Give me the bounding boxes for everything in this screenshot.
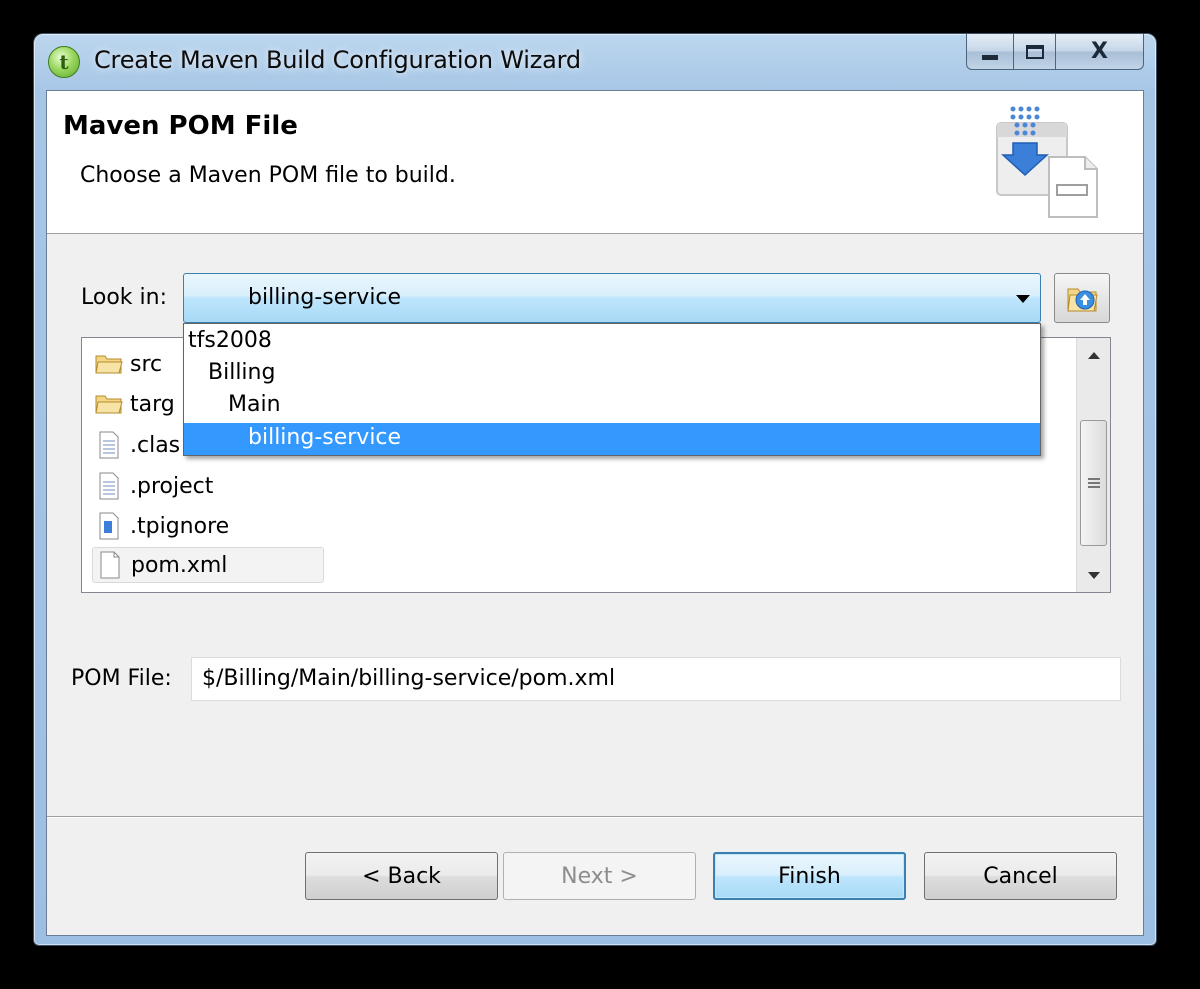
wizard-client-area: Maven POM File Choose a Maven POM file t… [46,90,1144,936]
file-item-src[interactable]: src [94,346,162,382]
file-item-classpath[interactable]: .clas [94,427,180,463]
file-name: pom.xml [131,552,228,578]
cancel-button[interactable]: Cancel [924,852,1117,900]
wizard-window: t Create Maven Build Configuration Wizar… [33,33,1157,946]
caption-buttons: X [966,34,1144,71]
file-name: targ [130,391,175,417]
minimize-icon [982,55,998,60]
folder-up-icon [1067,288,1098,312]
minimize-button[interactable] [966,34,1014,70]
scroll-thumb[interactable] [1080,420,1107,546]
next-button[interactable]: Next > [503,852,696,900]
file-name: src [130,351,163,377]
wizard-banner: Maven POM File Choose a Maven POM file t… [47,91,1143,234]
folder-icon [94,389,124,419]
window-title: Create Maven Build Configuration Wizard [94,46,581,74]
file-name: .project [130,473,214,499]
file-icon [94,430,124,460]
xml-file-icon [95,550,125,580]
file-list-scrollbar[interactable] [1076,338,1110,592]
maximize-button[interactable] [1014,34,1056,70]
scroll-down-button[interactable] [1077,558,1110,592]
dropdown-option-billing[interactable]: Billing [184,358,1040,390]
scroll-up-button[interactable] [1077,338,1110,372]
look-in-combobox[interactable]: billing-service [183,273,1041,323]
page-description: Choose a Maven POM file to build. [80,163,456,188]
import-file-icon [996,106,1098,218]
file-item-tpignore[interactable]: .tpignore [94,508,229,544]
file-item-pom-xml[interactable]: pom.xml [92,547,324,583]
finish-button[interactable]: Finish [713,852,906,900]
page-title: Maven POM File [63,111,298,141]
ignore-file-icon [94,511,124,541]
dropdown-option-main[interactable]: Main [184,390,1040,422]
arrow-down-icon [1087,571,1100,579]
back-button[interactable]: < Back [305,852,498,900]
folder-icon [94,349,124,379]
close-icon: X [1091,39,1108,64]
look-in-dropdown-list[interactable]: tfs2008 Billing Main billing-service [183,323,1041,456]
grip-icon [1087,478,1100,488]
look-in-selected-value: billing-service [248,285,402,310]
title-bar[interactable]: t Create Maven Build Configuration Wizar… [34,34,1156,90]
maximize-icon [1025,44,1044,59]
file-name: .tpignore [130,513,230,539]
file-item-target[interactable]: targ [94,386,175,422]
arrow-up-icon [1087,351,1100,359]
dropdown-option-tfs2008[interactable]: tfs2008 [184,326,1040,358]
look-in-label: Look in: [81,285,167,310]
footer-separator [47,816,1143,818]
chevron-down-icon [1016,295,1030,303]
file-name: .clas [130,432,181,458]
close-button[interactable]: X [1056,34,1144,70]
up-one-level-button[interactable] [1054,273,1110,323]
file-icon [94,471,124,501]
pom-file-field[interactable]: $/Billing/Main/billing-service/pom.xml [191,657,1121,701]
app-logo-icon: t [48,46,80,78]
pom-file-label: POM File: [71,666,172,691]
dropdown-option-billing-service[interactable]: billing-service [184,423,1040,455]
file-item-project[interactable]: .project [94,468,213,504]
